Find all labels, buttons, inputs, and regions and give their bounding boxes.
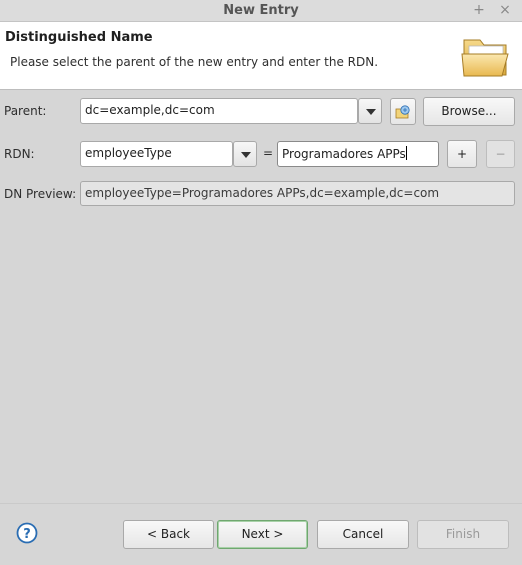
rdn-value-text: Programadores APPs [282,147,406,161]
parent-history-button[interactable] [390,98,416,125]
dn-preview-label: DN Preview: [4,187,77,201]
window-title: New Entry [223,3,299,18]
directory-entry-icon [395,105,410,119]
page-title: Distinguished Name [5,30,153,45]
svg-text:?: ? [23,527,31,542]
rdn-type-dropdown-button[interactable] [233,141,257,167]
parent-label: Parent: [4,104,47,118]
wizard-header: Distinguished Name Please select the par… [0,22,522,90]
chevron-down-icon [366,109,376,115]
parent-dropdown-button[interactable] [358,98,382,124]
chevron-down-icon [241,152,251,158]
rdn-label: RDN: [4,147,35,161]
back-button[interactable]: < Back [123,520,214,549]
maximize-button[interactable]: + [470,1,488,19]
finish-button[interactable]: Finish [417,520,509,549]
browse-button[interactable]: Browse... [423,97,515,126]
equals-sign: = [263,146,274,160]
help-icon[interactable]: ? [16,522,38,544]
cancel-button[interactable]: Cancel [317,520,409,549]
next-button[interactable]: Next > [217,520,308,549]
add-rdn-button[interactable]: + [447,140,477,168]
folder-icon [456,26,518,88]
rdn-type-combo[interactable]: employeeType [80,141,233,167]
dn-preview-field: employeeType=Programadores APPs,dc=examp… [80,181,515,206]
parent-combo-input[interactable]: dc=example,dc=com [80,98,358,124]
footer-divider [0,503,522,504]
window-titlebar: New Entry + × [0,0,522,22]
text-caret [405,146,407,160]
page-description: Please select the parent of the new entr… [10,55,379,69]
remove-rdn-button[interactable]: − [486,140,515,168]
close-button[interactable]: × [496,1,514,19]
rdn-value-input[interactable]: Programadores APPs [277,141,439,167]
